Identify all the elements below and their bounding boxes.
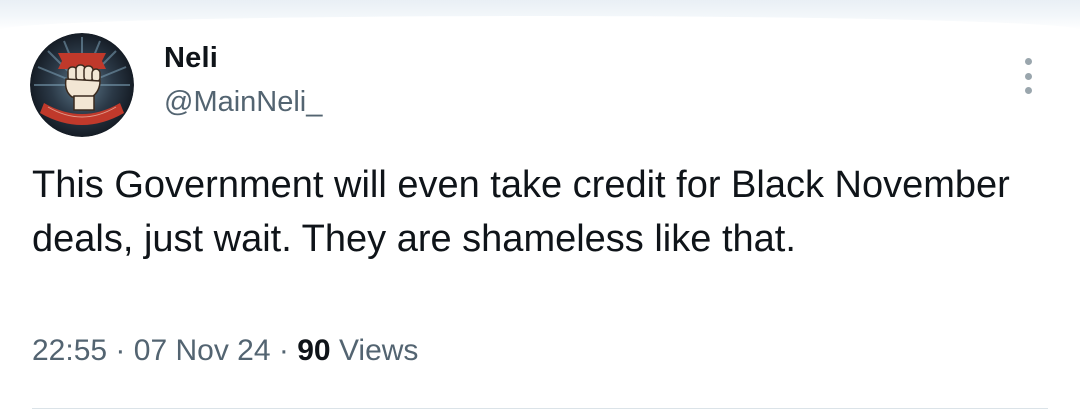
more-options-button[interactable] [1014, 54, 1042, 98]
user-handle[interactable]: @MainNeli_ [164, 86, 322, 119]
tweet-time[interactable]: 22:55 [32, 334, 107, 367]
tweet-metadata: 22:55 · 07 Nov 24 · 90 Views [32, 334, 418, 368]
tweet-text: This Government will even take credit fo… [32, 164, 1010, 260]
more-vertical-icon [1024, 87, 1032, 94]
more-vertical-icon [1024, 72, 1032, 80]
more-vertical-icon [1024, 58, 1032, 65]
views-label: Views [338, 334, 419, 367]
avatar[interactable] [30, 33, 134, 137]
raised-fist-icon [30, 33, 134, 137]
separator: · [278, 334, 289, 367]
tweet-date[interactable]: 07 Nov 24 [134, 334, 271, 367]
separator: · [115, 334, 126, 367]
top-edge [0, 0, 1080, 30]
view-count[interactable]: 90 [297, 334, 330, 367]
display-name[interactable]: Neli [164, 42, 218, 75]
divider [32, 408, 1048, 409]
